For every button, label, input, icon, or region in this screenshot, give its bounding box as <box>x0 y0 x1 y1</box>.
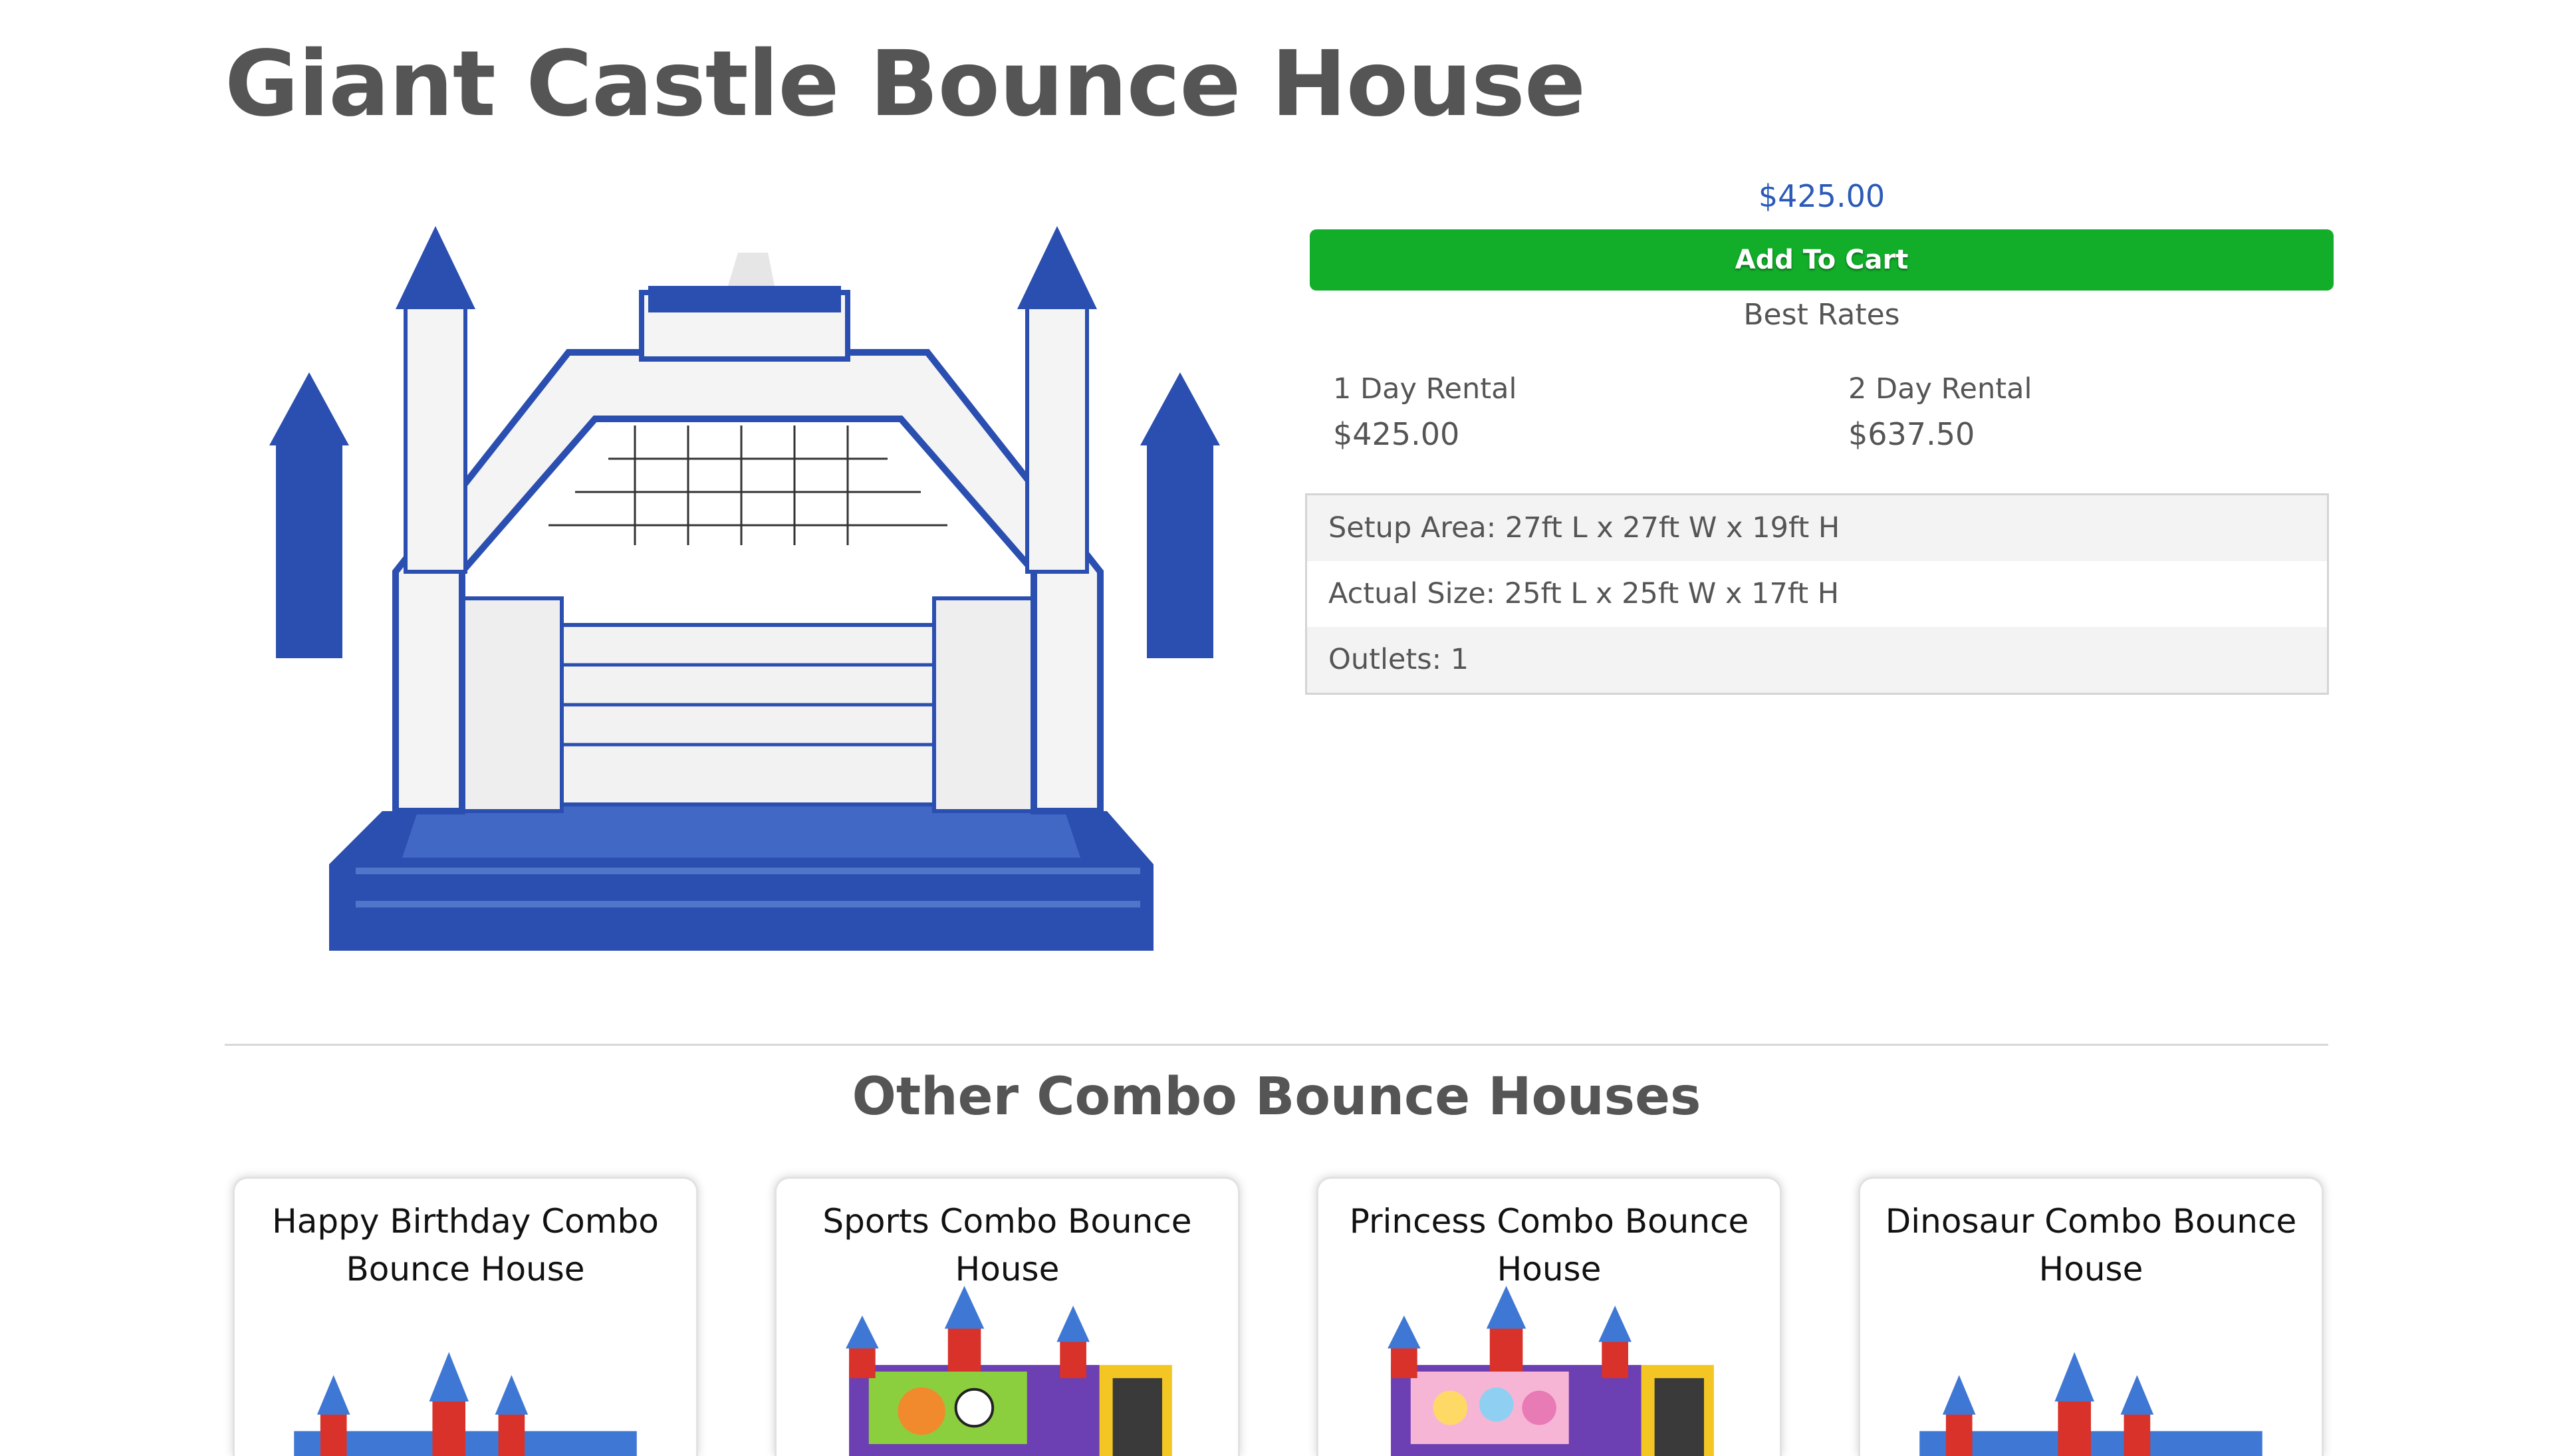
related-card-title[interactable]: Dinosaur Combo Bounce House <box>1860 1197 2322 1293</box>
best-rates-label: Best Rates <box>1743 298 1900 332</box>
rate-2-day-label: 2 Day Rental <box>1848 372 2032 406</box>
related-card-dinosaur[interactable]: Dinosaur Combo Bounce House <box>1858 1177 2324 1456</box>
rate-2-day-price: $637.50 <box>1848 416 1975 452</box>
combo-bounce-house-image[interactable] <box>235 1338 696 1456</box>
rate-1-day-price: $425.00 <box>1333 416 1460 452</box>
section-divider <box>225 1044 2328 1046</box>
combo-bounce-house-image[interactable] <box>777 1285 1238 1456</box>
related-heading: Other Combo Bounce Houses <box>852 1067 1701 1127</box>
spec-outlets: Outlets: 1 <box>1307 627 2327 693</box>
related-card-title[interactable]: Happy Birthday Combo Bounce House <box>235 1197 696 1293</box>
add-to-cart-button[interactable]: Add To Cart <box>1310 229 2334 291</box>
combo-bounce-house-image[interactable] <box>1860 1338 2322 1456</box>
related-card-princess[interactable]: Princess Combo Bounce House <box>1316 1177 1782 1456</box>
spec-actual-size: Actual Size: 25ft L x 25ft W x 17ft H <box>1328 577 1840 610</box>
page-title: Giant Castle Bounce House <box>225 32 1586 137</box>
spec-setup-area: Setup Area: 27ft L x 27ft W x 19ft H <box>1307 495 2327 561</box>
related-card-title[interactable]: Sports Combo Bounce House <box>777 1197 1238 1293</box>
related-card-happy-birthday[interactable]: Happy Birthday Combo Bounce House <box>233 1177 698 1456</box>
product-image[interactable] <box>263 199 1227 984</box>
related-card-sports[interactable]: Sports Combo Bounce House <box>775 1177 1240 1456</box>
specs-table: Setup Area: 27ft L x 27ft W x 19ft H Act… <box>1305 493 2329 695</box>
product-price: $425.00 <box>1758 178 1885 214</box>
related-card-title[interactable]: Princess Combo Bounce House <box>1318 1197 1780 1293</box>
rate-1-day-label: 1 Day Rental <box>1333 372 1517 406</box>
combo-bounce-house-image[interactable] <box>1318 1285 1780 1456</box>
